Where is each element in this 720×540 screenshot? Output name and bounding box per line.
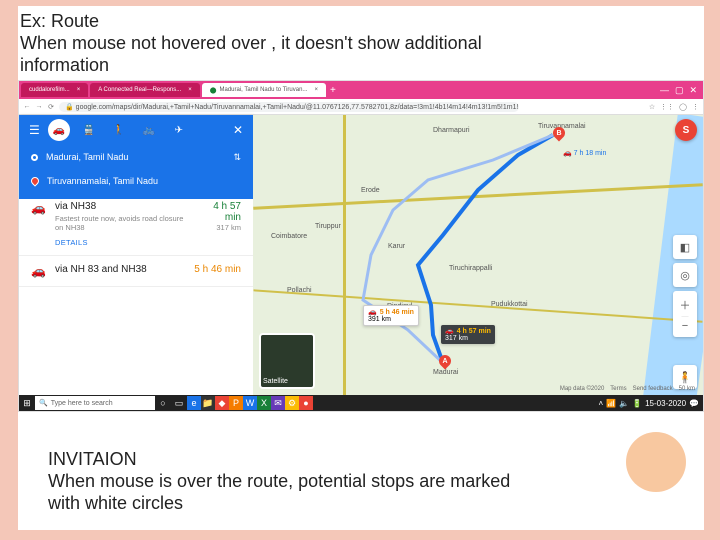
- details-button[interactable]: DETAILS: [55, 238, 241, 247]
- new-tab-button[interactable]: +: [326, 85, 340, 96]
- route-callout[interactable]: 🚗4 h 57 min317 km: [441, 325, 495, 344]
- start-button[interactable]: ⊞: [19, 395, 35, 411]
- taskbar-search[interactable]: 🔍 Type here to search: [35, 396, 155, 410]
- close-window-icon[interactable]: ✕: [689, 85, 697, 96]
- city-label: Dharmapuri: [433, 127, 470, 134]
- notification-icon[interactable]: 💬: [689, 399, 699, 408]
- taskbar-app[interactable]: ⚙: [285, 396, 299, 410]
- clock[interactable]: 15-03-2020: [645, 399, 686, 408]
- slide-footer-line: with white circles: [48, 492, 510, 514]
- city-label: Chermahadavi: [493, 115, 539, 116]
- city-label: Erode: [361, 187, 380, 194]
- url-input[interactable]: 🔒 google.com/maps/dir/Madurai,+Tamil+Nad…: [59, 102, 519, 112]
- account-badge[interactable]: S: [675, 119, 697, 141]
- forward-icon[interactable]: →: [35, 103, 43, 110]
- menu-icon[interactable]: ☰: [29, 123, 40, 137]
- browser-tab[interactable]: A Connected Real—Respons...×: [90, 83, 200, 97]
- taskbar-app[interactable]: ●: [299, 396, 313, 410]
- city-label: Madurai: [433, 369, 458, 376]
- battery-icon[interactable]: 🔋: [632, 399, 642, 408]
- taskbar-app[interactable]: X: [257, 396, 271, 410]
- city-label: Coimbatore: [271, 233, 307, 240]
- mode-bike-icon[interactable]: 🚲: [138, 119, 160, 141]
- taskbar-app[interactable]: e: [187, 396, 201, 410]
- origin-input[interactable]: Madurai, Tamil Nadu: [46, 152, 128, 162]
- taskbar-app[interactable]: ◆: [215, 396, 229, 410]
- pin-icon: [29, 175, 40, 186]
- car-icon: 🚗: [31, 264, 45, 278]
- minimize-icon[interactable]: —: [660, 85, 669, 96]
- close-icon[interactable]: ×: [188, 87, 192, 93]
- mode-transit-icon[interactable]: 🚆: [78, 119, 100, 141]
- zoom-in-button[interactable]: ＋: [680, 297, 691, 313]
- route-time: 5 h 46 min: [194, 264, 241, 275]
- close-icon[interactable]: ×: [314, 87, 318, 93]
- taskbar-app[interactable]: W: [243, 396, 257, 410]
- car-icon: 🚗: [445, 328, 454, 335]
- taskbar-app[interactable]: ✉: [271, 396, 285, 410]
- route-option[interactable]: 🚗 via NH 83 and NH38 5 h 46 min: [19, 256, 253, 287]
- profile-icon[interactable]: ◯: [679, 103, 687, 111]
- tray-up-icon[interactable]: ˄: [599, 399, 604, 408]
- destination-input[interactable]: Tiruvannamalai, Tamil Nadu: [47, 176, 158, 186]
- route-distance: 317 km: [201, 223, 241, 232]
- taskbar: ⊞ 🔍 Type here to search ○ ▭ e 📁 ◆ P W X …: [19, 395, 703, 411]
- city-label: Tiruchirappalli: [449, 265, 492, 272]
- browser-tab[interactable]: cuddalorefilm...×: [21, 83, 88, 97]
- extensions-icon[interactable]: ⋮⋮: [660, 103, 674, 111]
- back-icon[interactable]: ←: [23, 103, 31, 110]
- taskbar-app[interactable]: 📁: [201, 396, 215, 410]
- reload-icon[interactable]: ⟳: [47, 103, 55, 111]
- mode-plane-icon[interactable]: ✈: [168, 119, 190, 141]
- cortana-icon[interactable]: ○: [155, 395, 171, 411]
- route-time: 4 h 57 min: [201, 201, 241, 223]
- network-icon[interactable]: 📶: [606, 399, 616, 408]
- city-label: Pollachi: [287, 287, 312, 294]
- duration-label: 🚗 7 h 18 min: [563, 149, 606, 157]
- screenshot: cuddalorefilm...× A Connected Real—Respo…: [18, 80, 704, 412]
- my-location-button[interactable]: ◎: [673, 263, 697, 287]
- decorative-circle: [626, 432, 686, 492]
- browser-tabstrip: cuddalorefilm...× A Connected Real—Respo…: [19, 81, 703, 99]
- mode-walk-icon[interactable]: 🚶: [108, 119, 130, 141]
- satellite-toggle[interactable]: Satellite: [259, 333, 315, 389]
- address-bar: ← → ⟳ 🔒 google.com/maps/dir/Madurai,+Tam…: [19, 99, 703, 115]
- task-view-icon[interactable]: ▭: [171, 395, 187, 411]
- browser-tab[interactable]: ⬤Madurai, Tamil Nadu to Tiruvan...×: [202, 83, 326, 97]
- city-label: Karur: [388, 243, 405, 250]
- zoom-out-button[interactable]: −: [682, 320, 688, 332]
- slide-footer-line: When mouse is over the route, potential …: [48, 470, 510, 492]
- city-label: Tiruppur: [315, 223, 341, 230]
- swap-icon[interactable]: ⇅: [233, 152, 241, 163]
- map-footer: Map data ©2020TermsSend feedback50 km: [560, 386, 695, 392]
- star-icon[interactable]: ☆: [649, 103, 655, 111]
- taskbar-app[interactable]: P: [229, 396, 243, 410]
- route-callout[interactable]: 🚗5 h 46 min391 km: [363, 305, 419, 326]
- maximize-icon[interactable]: ▢: [675, 85, 684, 96]
- car-icon: 🚗: [368, 309, 377, 316]
- origin-dot-icon: [31, 154, 38, 161]
- slide-footer-title: INVITAION: [48, 448, 510, 470]
- menu-icon[interactable]: ⋮: [692, 103, 699, 111]
- city-label: Pudukkottai: [491, 301, 528, 308]
- close-icon[interactable]: ×: [77, 87, 81, 93]
- layers-button[interactable]: ◧: [673, 235, 697, 259]
- route-option[interactable]: 🚗 via NH38 Fastest route now, avoids roa…: [19, 193, 253, 256]
- volume-icon[interactable]: 🔈: [619, 399, 629, 408]
- route-line: [253, 115, 703, 395]
- slide-title: Ex: Route: [20, 10, 700, 32]
- slide-sub2: information: [20, 54, 700, 76]
- directions-panel: ☰ 🚗 🚆 🚶 🚲 ✈ ✕ Madurai, Tamil Nadu ⇅: [19, 115, 253, 395]
- zoom-controls[interactable]: ＋ — −: [673, 291, 697, 337]
- close-icon[interactable]: ✕: [233, 123, 243, 137]
- car-icon: 🚗: [31, 201, 45, 215]
- mode-car-icon[interactable]: 🚗: [48, 119, 70, 141]
- slide-sub1: When mouse not hovered over , it doesn't…: [20, 32, 700, 54]
- map-canvas[interactable]: Tiruvannamalai Chermahadavi Erode Coimba…: [253, 115, 703, 395]
